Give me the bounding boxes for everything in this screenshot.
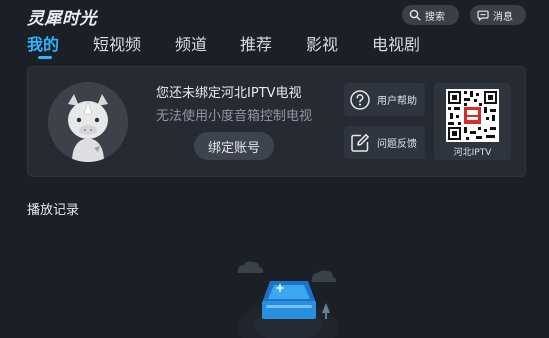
question-circle-icon	[350, 89, 370, 110]
feedback-button[interactable]: 问题反馈	[344, 126, 425, 159]
empty-box-illustration	[237, 261, 338, 338]
tab-channels[interactable]: 频道	[175, 31, 207, 55]
tab-recommend[interactable]: 推荐	[240, 31, 272, 55]
user-help-button[interactable]: 用户帮助	[344, 83, 425, 116]
qr-code-panel: 河北IPTV	[434, 83, 511, 160]
search-button-label: 搜索	[425, 11, 445, 23]
tab-tv-series[interactable]: 电视剧	[372, 31, 420, 55]
app-logo: 灵犀时光	[27, 9, 97, 29]
qr-caption: 河北IPTV	[453, 148, 492, 158]
active-tab-indicator	[38, 56, 52, 59]
search-icon	[409, 9, 421, 21]
bind-account-button[interactable]: 绑定账号	[194, 132, 274, 160]
message-icon	[477, 10, 489, 21]
feedback-label: 问题反馈	[377, 139, 417, 150]
rhino-mascot-icon	[48, 82, 128, 162]
avatar[interactable]	[48, 82, 128, 162]
qr-code	[446, 89, 499, 142]
tab-short-video[interactable]: 短视频	[93, 31, 141, 55]
account-card: 您还未绑定河北IPTV电视 无法使用小度音箱控制电视 绑定账号 用户帮助 问题反…	[27, 66, 526, 177]
user-help-label: 用户帮助	[377, 96, 417, 107]
bind-status-subtitle: 无法使用小度音箱控制电视	[156, 109, 313, 124]
search-button[interactable]: 搜索	[402, 5, 459, 25]
tab-mine[interactable]: 我的	[27, 31, 59, 55]
message-button[interactable]: 消息	[470, 5, 526, 25]
tab-movies[interactable]: 影视	[306, 31, 338, 55]
play-history-title: 播放记录	[27, 203, 80, 218]
message-button-label: 消息	[493, 11, 513, 23]
bind-status-title: 您还未绑定河北IPTV电视	[156, 86, 302, 101]
edit-icon	[351, 133, 369, 152]
